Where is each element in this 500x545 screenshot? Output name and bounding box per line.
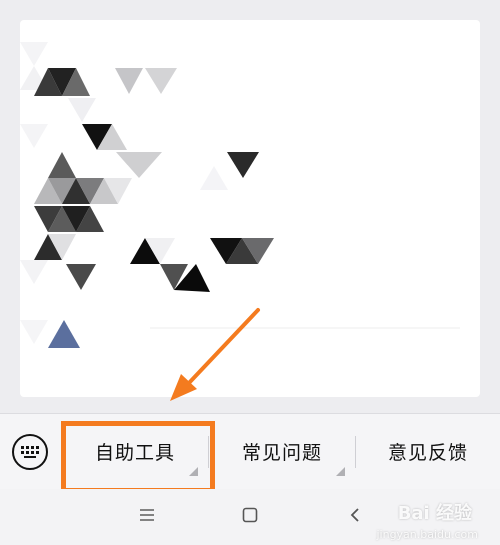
menu-item-faq[interactable]: 常见问题 [209,414,355,489]
menu-item-label: 意见反馈 [387,442,468,464]
chevron-left-icon [350,508,359,522]
keyboard-icon [21,446,39,458]
pattern-triangle-blue [48,320,80,348]
system-nav-bar: Bai 经验 jingyan.baidu.com [0,489,500,545]
pattern-triangle [20,124,48,148]
watermark-url: jingyan.baidu.com [376,528,478,541]
pattern-triangle [20,320,48,344]
pattern-triangle [48,152,76,178]
submenu-indicator-icon [336,467,345,476]
nav-home-button[interactable] [236,501,264,529]
menu-item-feedback[interactable]: 意见反馈 [356,414,500,489]
pattern-triangle [227,152,259,178]
pattern-triangle [200,166,228,190]
nav-menu-button[interactable] [133,501,161,529]
pattern-triangle [66,264,96,290]
pattern-triangle [20,260,48,284]
pattern-triangle [20,42,48,66]
pattern-triangle [116,152,162,178]
menu-item-label: 常见问题 [241,442,322,464]
watermark-logo: Bai 经验 [397,503,472,524]
pattern-triangle [68,98,96,122]
menu-lines-icon [140,509,154,521]
nav-back-button[interactable] [341,501,369,529]
pattern-triangle [115,68,143,94]
keyboard-toggle-button[interactable] [12,434,48,470]
pattern-triangle [145,68,177,94]
content-card [20,20,480,397]
highlight-box [61,421,215,493]
triangle-pattern [20,42,460,348]
square-home-icon [242,507,258,523]
